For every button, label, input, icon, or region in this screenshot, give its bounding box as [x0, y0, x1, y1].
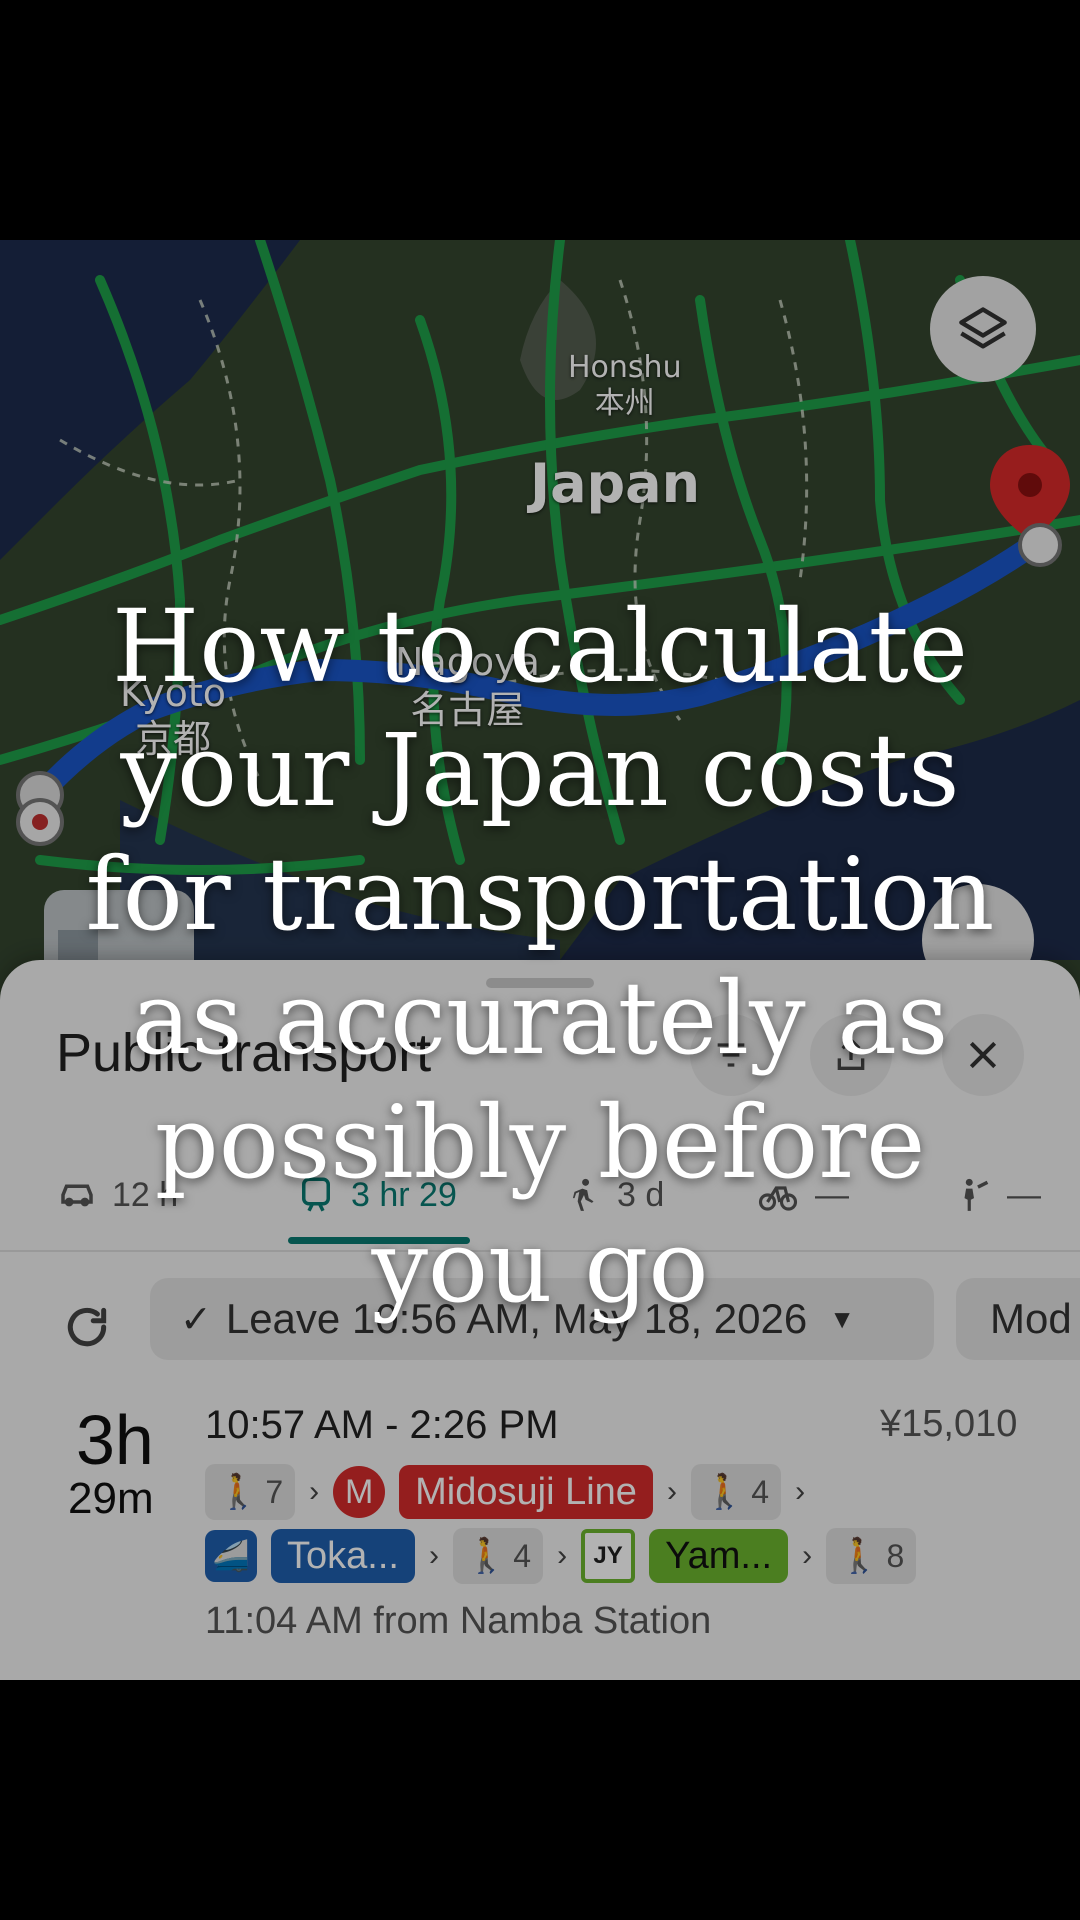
video-frame: Honshu 本州 Japan Kyoto 京都 Nagoya 名古屋 Publ…	[0, 240, 1080, 1680]
video-headline: How to calculate your Japan costs for tr…	[85, 588, 995, 1325]
